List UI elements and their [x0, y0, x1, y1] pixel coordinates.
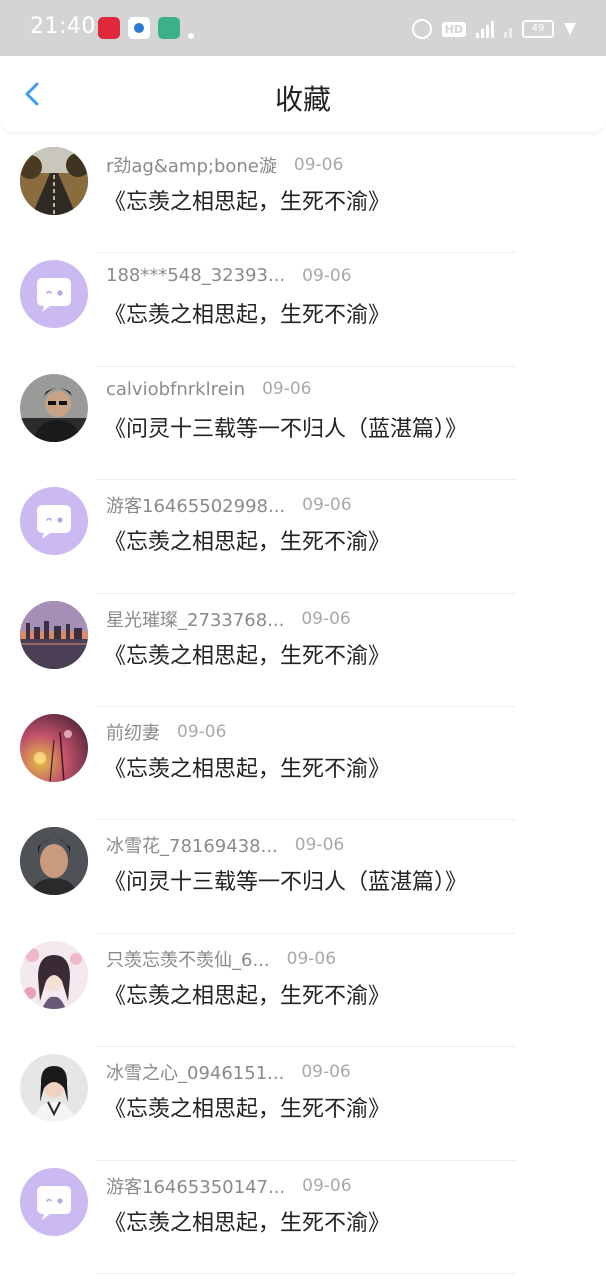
more-notifications-dot-icon — [188, 33, 194, 39]
work-title[interactable]: 《忘羡之相思起，生死不渝》 — [104, 1091, 390, 1123]
work-title[interactable]: 《忘羡之相思起，生死不渝》 — [104, 184, 390, 216]
notification-app-icon — [98, 17, 120, 39]
favorites-list: r劲ag&amp;bone漩 09-06 《忘羡之相思起，生死不渝》 188***54… — [0, 140, 606, 1274]
favorite-date: 09-06 — [302, 1175, 352, 1196]
username: 冰雪花_78169438... — [106, 836, 278, 858]
work-title[interactable]: 《问灵十三载等一不归人（蓝湛篇）》 — [104, 411, 467, 443]
favorite-date: 09-06 — [301, 608, 351, 629]
work-title[interactable]: 《忘羡之相思起，生死不渝》 — [104, 524, 390, 556]
favorite-date: 09-06 — [286, 948, 337, 969]
work-title[interactable]: 《忘羡之相思起，生死不渝》 — [104, 978, 390, 1010]
user-avatar[interactable] — [20, 713, 88, 782]
username: 只羡忘羡不羡仙_6... — [106, 949, 270, 971]
notification-app-icon — [128, 17, 150, 39]
user-avatar[interactable] — [20, 487, 88, 556]
notification-app-icon — [158, 17, 180, 39]
favorite-item[interactable]: 前纫妻 09-06 《忘羡之相思起，生死不渝》 — [0, 707, 606, 821]
username: 188***548_32393... — [106, 265, 286, 287]
username: calviobfnrklrein — [106, 378, 246, 400]
user-avatar[interactable] — [20, 260, 88, 329]
username: 游客16465350147... — [106, 1176, 286, 1198]
user-avatar[interactable] — [20, 1167, 88, 1236]
favorite-date: 09-06 — [302, 495, 352, 516]
divider — [96, 1272, 516, 1274]
item-meta: 星光璀璨_2733768... 09-06 — [106, 606, 351, 632]
hd-voice-icon: HD — [441, 21, 466, 37]
user-avatar[interactable] — [20, 373, 88, 442]
signal-icon — [476, 20, 494, 38]
favorite-item[interactable]: 游客16465502998... 09-06 《忘羡之相思起，生死不渝》 — [0, 480, 606, 594]
favorite-item[interactable]: 冰雪之心_0946151... 09-06 《忘羡之相思起，生死不渝》 — [0, 1047, 606, 1161]
status-bar: 21:40 HD 49 — [0, 0, 606, 56]
favorite-item[interactable]: r劲ag&amp;bone漩 09-06 《忘羡之相思起，生死不渝》 — [0, 140, 606, 254]
user-avatar[interactable] — [20, 600, 88, 669]
item-meta: r劲ag&amp;bone漩 09-06 — [106, 152, 343, 178]
item-meta: 冰雪之心_0946151... 09-06 — [106, 1059, 351, 1085]
work-title[interactable]: 《忘羡之相思起，生死不渝》 — [104, 638, 390, 670]
alarm-icon — [411, 19, 432, 39]
page-title: 收藏 — [274, 83, 331, 116]
favorite-item[interactable]: 188***548_32393... 09-06 《忘羡之相思起，生死不渝》 — [0, 253, 606, 367]
nav-header: 收藏 — [0, 56, 606, 132]
wifi-off-icon — [504, 20, 512, 38]
favorite-item[interactable]: 只羡忘羡不羡仙_6... 09-06 《忘羡之相思起，生死不渝》 — [0, 934, 606, 1048]
favorite-date: 09-06 — [293, 155, 344, 175]
item-meta: 只羡忘羡不羡仙_6... 09-06 — [106, 946, 336, 972]
favorite-item[interactable]: 游客16465350147... 09-06 《忘羡之相思起，生死不渝》 — [0, 1161, 606, 1274]
battery-icon: 49 — [522, 20, 554, 38]
user-avatar[interactable] — [20, 940, 88, 1009]
favorite-date: 09-06 — [294, 835, 345, 856]
status-time: 21:40 — [30, 14, 96, 39]
favorite-date: 09-06 — [262, 379, 312, 400]
work-title[interactable]: 《问灵十三载等一不归人（蓝湛篇）》 — [104, 864, 467, 896]
item-meta: 前纫妻 09-06 — [106, 719, 226, 745]
favorite-date: 09-06 — [177, 721, 227, 742]
username: 冰雪之心_0946151... — [106, 1063, 285, 1085]
favorite-item[interactable]: calviobfnrklrein 09-06 《问灵十三载等一不归人（蓝湛篇）》 — [0, 367, 606, 481]
charging-icon — [564, 23, 576, 35]
username: 游客16465502998... — [106, 496, 286, 518]
username: 星光璀璨_2733768... — [106, 609, 285, 631]
work-title[interactable]: 《忘羡之相思起，生死不渝》 — [104, 1205, 390, 1237]
item-meta: 188***548_32393... 09-06 — [106, 265, 352, 286]
user-avatar[interactable] — [20, 147, 88, 215]
user-avatar[interactable] — [20, 1054, 88, 1123]
username: r劲ag&amp;bone漩 — [106, 156, 277, 177]
user-avatar[interactable] — [20, 827, 88, 896]
favorite-item[interactable]: 星光璀璨_2733768... 09-06 《忘羡之相思起，生死不渝》 — [0, 594, 606, 707]
item-meta: 游客16465350147... 09-06 — [106, 1173, 352, 1199]
username: 前纫妻 — [106, 722, 160, 744]
favorite-item[interactable]: 冰雪花_78169438... 09-06 《问灵十三载等一不归人（蓝湛篇）》 — [0, 820, 606, 934]
work-title[interactable]: 《忘羡之相思起，生死不渝》 — [104, 751, 390, 783]
favorite-date: 09-06 — [302, 265, 352, 286]
favorite-date: 09-06 — [301, 1062, 351, 1083]
item-meta: 游客16465502998... 09-06 — [106, 492, 352, 518]
item-meta: 冰雪花_78169438... 09-06 — [106, 832, 344, 858]
item-meta: calviobfnrklrein 09-06 — [106, 379, 311, 400]
work-title[interactable]: 《忘羡之相思起，生死不渝》 — [104, 297, 390, 329]
